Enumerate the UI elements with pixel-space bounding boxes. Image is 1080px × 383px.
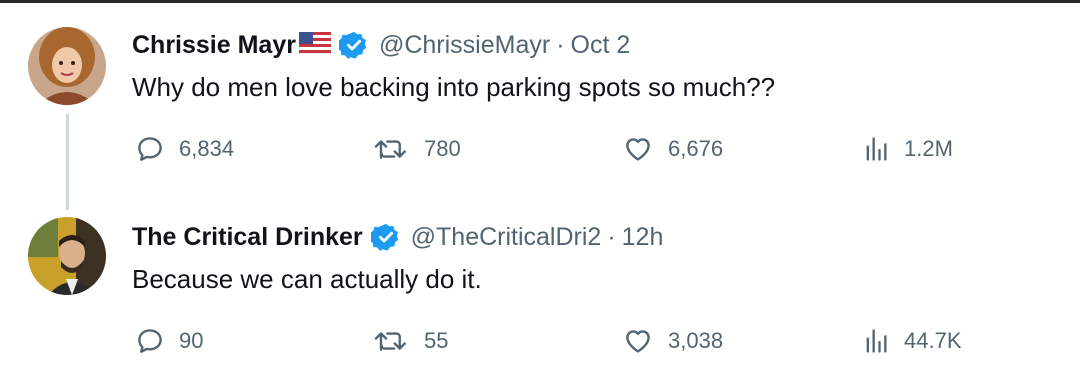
reply-count: 6,834 (179, 136, 235, 161)
tweet-text: Why do men love backing into parking spo… (132, 72, 776, 102)
view-count: 1.2M (904, 136, 953, 161)
repost-icon (374, 140, 406, 159)
verified-badge-icon (337, 30, 369, 60)
avatar-image (28, 217, 106, 295)
repost-icon (374, 332, 406, 351)
heart-icon (626, 138, 650, 161)
view-count: 44.7K (904, 328, 962, 353)
verified-badge-icon (369, 222, 401, 252)
avatar[interactable] (28, 217, 106, 295)
repost-button[interactable]: 55 (372, 326, 448, 356)
avatar[interactable] (28, 27, 106, 105)
separator-dot: · (556, 30, 565, 59)
views-button[interactable]: 44.7K (862, 326, 962, 356)
tweet-header: The Critical Drinker @TheCriticalDri2 · … (132, 222, 663, 252)
us-flag-icon (298, 31, 332, 59)
repost-count: 780 (424, 136, 461, 161)
repost-count: 55 (424, 328, 449, 353)
like-count: 6,676 (668, 136, 724, 161)
tweet-1[interactable]: Chrissie Mayr @ChrissieMayr · Oct 2 Why … (0, 0, 1080, 210)
analytics-icon (866, 137, 887, 161)
tweet-header: Chrissie Mayr @ChrissieMayr · Oct 2 (132, 30, 630, 60)
heart-icon (626, 330, 650, 353)
like-count: 3,038 (668, 328, 724, 353)
tweet-actions: 90 55 3,038 44.7K (0, 326, 1080, 366)
repost-button[interactable]: 780 (372, 134, 461, 164)
reply-icon (138, 329, 162, 353)
reply-button[interactable]: 6,834 (135, 134, 234, 164)
avatar-image (28, 27, 106, 105)
like-button[interactable]: 3,038 (622, 326, 723, 356)
author-handle[interactable]: @ChrissieMayr (379, 31, 550, 60)
reply-button[interactable]: 90 (135, 326, 203, 356)
tweet-actions: 6,834 780 6,676 1.2M (0, 134, 1080, 174)
author-handle[interactable]: @TheCriticalDri2 (411, 223, 602, 252)
reply-icon (138, 137, 162, 161)
timestamp[interactable]: Oct 2 (571, 31, 631, 60)
timestamp[interactable]: 12h (622, 223, 664, 252)
views-button[interactable]: 1.2M (862, 134, 953, 164)
separator-dot: · (607, 222, 616, 251)
author-name[interactable]: Chrissie Mayr (132, 31, 296, 60)
reply-count: 90 (179, 328, 204, 353)
author-name[interactable]: The Critical Drinker (132, 223, 363, 252)
like-button[interactable]: 6,676 (622, 134, 723, 164)
analytics-icon (866, 329, 887, 353)
tweet-text: Because we can actually do it. (132, 264, 482, 294)
